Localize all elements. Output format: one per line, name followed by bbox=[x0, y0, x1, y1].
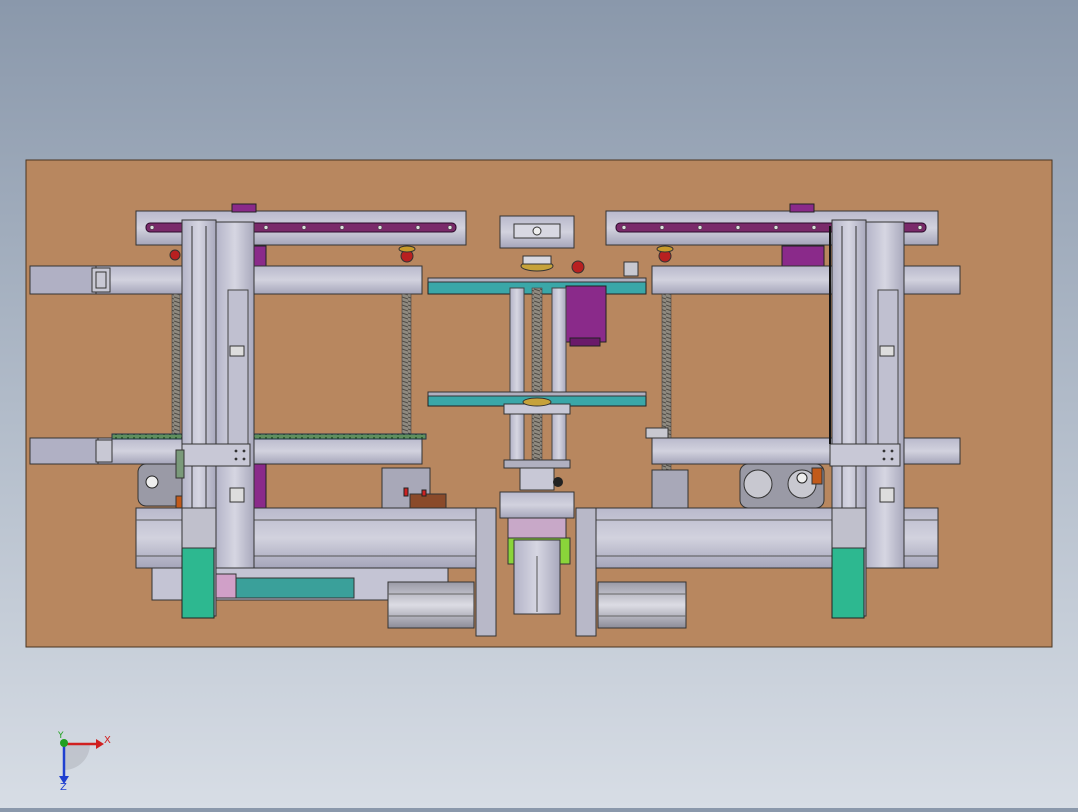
center-purple-motor[interactable] bbox=[565, 285, 607, 343]
right-stepper-motor[interactable] bbox=[597, 581, 687, 629]
left-top-purple-block bbox=[231, 203, 257, 213]
left-lower-end-cap bbox=[29, 437, 99, 465]
left-lead-screw-a bbox=[171, 293, 181, 435]
triad-y-label: Y bbox=[57, 731, 64, 741]
axis-triad: X Y Z bbox=[57, 731, 111, 793]
right-lower-beam[interactable] bbox=[651, 437, 961, 465]
right-purple-motor bbox=[781, 245, 825, 269]
left-upper-end-cap bbox=[29, 265, 97, 295]
center-guide-rod-right bbox=[551, 287, 567, 469]
triad-x-label: X bbox=[104, 735, 111, 746]
left-pcb-strip bbox=[111, 433, 427, 440]
left-lead-screw-b bbox=[401, 293, 412, 435]
right-upper-beam[interactable] bbox=[651, 265, 961, 295]
left-stepper-motor[interactable] bbox=[387, 581, 475, 629]
triad-z-label: Z bbox=[60, 782, 67, 793]
triad-shading bbox=[64, 744, 90, 770]
center-guide-rod-left bbox=[509, 287, 525, 469]
right-green-block bbox=[831, 547, 865, 619]
left-cross-plate bbox=[181, 443, 251, 467]
triad-x-arrow bbox=[96, 739, 104, 749]
center-mount-block[interactable] bbox=[499, 491, 575, 519]
left-green-block bbox=[181, 547, 215, 619]
left-red-nut-a bbox=[169, 249, 181, 261]
cad-viewport[interactable]: X Y Z bbox=[0, 0, 1078, 808]
right-cross-plate bbox=[829, 443, 901, 467]
center-lead-screw bbox=[531, 287, 543, 469]
model-view[interactable]: X Y Z bbox=[0, 0, 1078, 808]
